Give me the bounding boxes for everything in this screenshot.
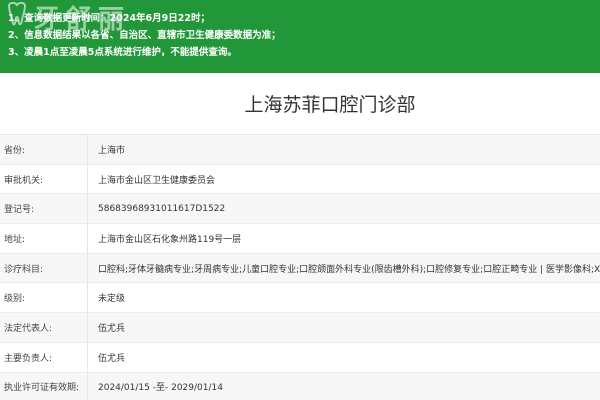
- notice-item: 1、查询数据更新时间：2024年6月9日22时；: [8, 13, 210, 24]
- row-label: 诊疗科目:: [0, 253, 88, 283]
- row-value: 伍尤兵: [98, 353, 126, 364]
- row-value: 58683968931011617D1522: [98, 203, 226, 214]
- page-title: 上海苏菲口腔门诊部: [0, 73, 600, 135]
- row-value: 上海市金山区卫生健康委员会: [98, 175, 216, 186]
- row-label: 主要负责人:: [0, 342, 88, 372]
- notice-item: 2、信息数据结果以各省、自治区、直辖市卫生健康委数据为准；: [8, 30, 281, 41]
- row-value: 口腔科;牙体牙髓病专业;牙周病专业;儿童口腔专业;口腔颌面外科专业(限齿槽外科)…: [98, 264, 600, 275]
- row-value: 伍尤兵: [98, 323, 126, 334]
- notice-list: 1、查询数据更新时间：2024年6月9日22时； 2、信息数据结果以各省、自治区…: [8, 10, 281, 61]
- notice-banner: 牙舒丽 1、查询数据更新时间：2024年6月9日22时； 2、信息数据结果以各省…: [0, 0, 600, 73]
- table-row: 级别: 未定级: [0, 283, 600, 314]
- table-row: 法定代表人: 伍尤兵: [0, 313, 600, 343]
- table-row: 省份: 上海市: [0, 135, 600, 165]
- row-value: 2024/01/15 -至- 2029/01/14: [98, 383, 223, 394]
- table-row: 诊疗科目: 口腔科;牙体牙髓病专业;牙周病专业;儿童口腔专业;口腔颌面外科专业(…: [0, 253, 600, 284]
- info-table: 省份: 上海市 审批机关: 上海市金山区卫生健康委员会 登记号: 5868396…: [0, 135, 600, 400]
- row-label: 登记号:: [0, 194, 88, 224]
- row-label: 地址:: [0, 224, 88, 253]
- table-row: 执业许可证有效期: 2024/01/15 -至- 2029/01/14: [0, 372, 600, 400]
- row-label: 省份:: [0, 135, 88, 164]
- table-row: 主要负责人: 伍尤兵: [0, 342, 600, 373]
- table-row: 登记号: 58683968931011617D1522: [0, 194, 600, 225]
- row-value: 上海市: [98, 145, 126, 156]
- row-label: 级别:: [0, 283, 88, 313]
- row-label: 法定代表人:: [0, 313, 88, 342]
- table-row: 地址: 上海市金山区石化象州路119号一层: [0, 224, 600, 254]
- notice-item: 3、凌晨1点至凌晨5点系统进行维护，不能提供查询。: [8, 47, 237, 58]
- row-value: 上海市金山区石化象州路119号一层: [98, 234, 242, 245]
- table-row: 审批机关: 上海市金山区卫生健康委员会: [0, 164, 600, 195]
- row-value: 未定级: [98, 294, 126, 305]
- row-label: 执业许可证有效期:: [0, 372, 88, 400]
- row-label: 审批机关:: [0, 164, 88, 194]
